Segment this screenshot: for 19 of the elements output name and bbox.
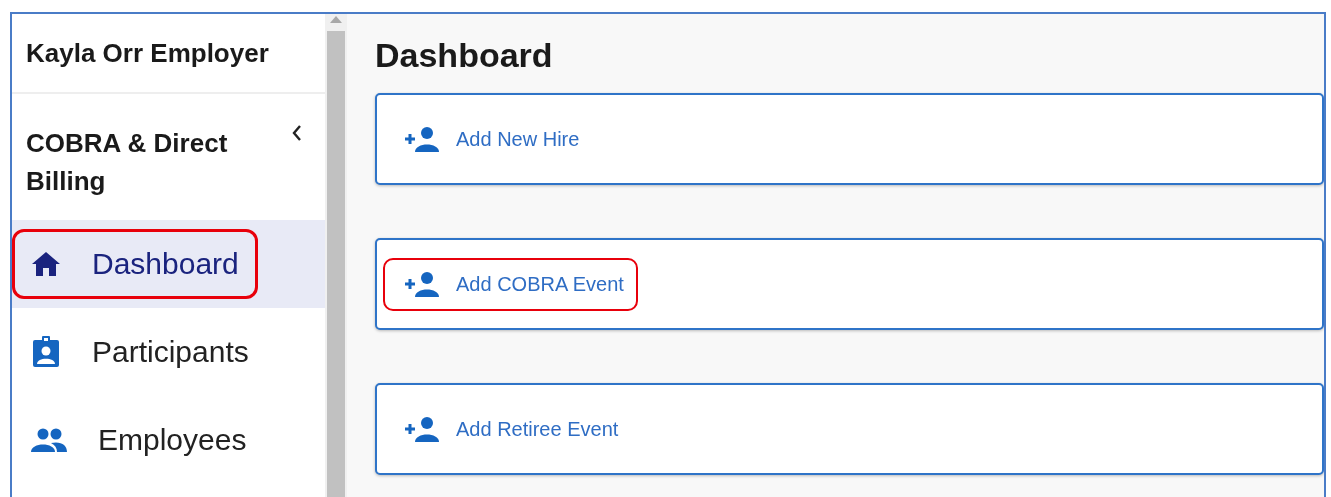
action-link[interactable]: Add New Hire: [383, 112, 594, 166]
id-badge-icon: [31, 336, 61, 368]
add-person-icon: [405, 126, 442, 152]
people-icon: [31, 428, 67, 452]
nav-item[interactable]: Dashboard: [12, 220, 325, 308]
page-title: Dashboard: [375, 36, 554, 75]
add-person-icon: [405, 416, 442, 442]
account-name: Kayla Orr Employer: [26, 37, 269, 69]
nav-item[interactable]: Employees: [12, 396, 325, 484]
scrollbar[interactable]: [325, 14, 347, 497]
home-icon: [31, 251, 61, 277]
highlight-outline: Dashboard: [12, 229, 258, 299]
action-link[interactable]: Add Retiree Event: [383, 402, 633, 456]
scroll-up-arrow-icon[interactable]: [330, 16, 342, 23]
section-title: COBRA & Direct Billing: [26, 127, 229, 198]
action-link[interactable]: Add COBRA Event: [383, 257, 638, 311]
scrollbar-thumb[interactable]: [327, 31, 345, 497]
add-person-icon: [405, 271, 442, 297]
nav-item[interactable]: Participants: [12, 308, 325, 396]
